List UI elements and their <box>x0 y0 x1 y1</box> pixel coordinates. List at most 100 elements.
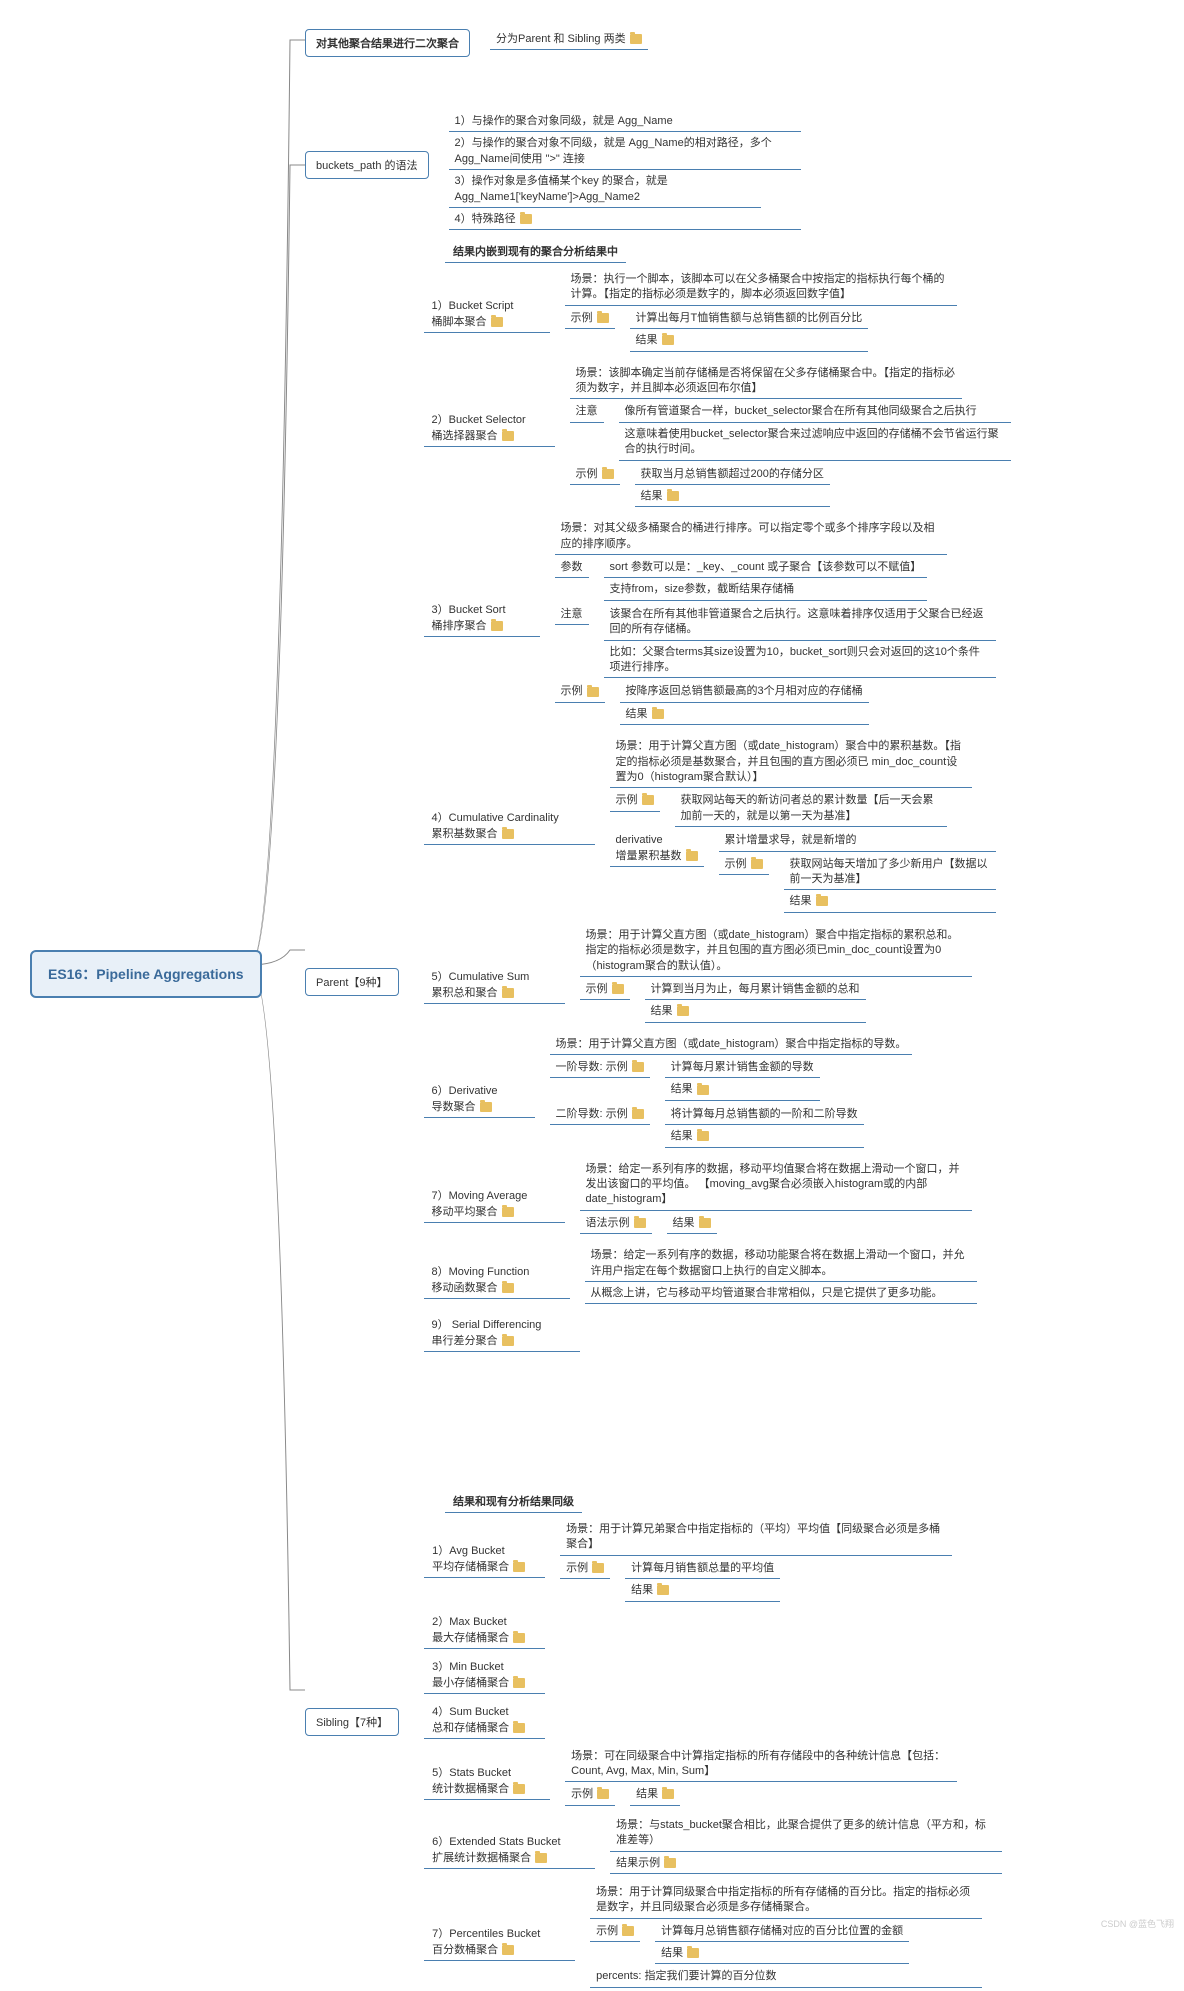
leaf-p6-d2a: 将计算每月总销售额的一阶和二阶导数 <box>665 1105 864 1125</box>
folder-icon <box>597 1789 609 1799</box>
node-secondary-agg[interactable]: 对其他聚合结果进行二次聚合 <box>305 29 470 57</box>
leaf-example: 示例 <box>560 1559 610 1579</box>
folder-icon <box>622 1926 634 1936</box>
folder-icon <box>502 1283 514 1293</box>
leaf-example: 示例 <box>555 682 605 702</box>
leaf-p6-d1a: 计算每月累计销售金额的导数 <box>665 1058 820 1078</box>
root-node[interactable]: ES16：Pipeline Aggregations <box>30 950 262 998</box>
leaf-result-example: 结果示例 <box>610 1854 1002 1874</box>
folder-icon <box>642 795 654 805</box>
leaf-p3-pa2: 支持from，size参数，截断结果存储桶 <box>604 580 928 600</box>
leaf-p3-n2: 比如：父聚合terms其size设置为10，bucket_sort则只会对返回的… <box>604 643 996 679</box>
leaf-second-derivative: 二阶导数: 示例 <box>550 1105 650 1125</box>
leaf-example: 示例 <box>565 1785 615 1805</box>
folder-icon <box>597 313 609 323</box>
node-avg-bucket[interactable]: 1）Avg Bucket 平均存储桶聚合 <box>424 1539 545 1578</box>
node-parent[interactable]: Parent【9种】 <box>305 968 399 996</box>
leaf-syntax-example: 语法示例 <box>580 1214 652 1234</box>
node-cumulative-cardinality[interactable]: 4）Cumulative Cardinality 累积基数聚合 <box>424 806 595 845</box>
leaf-syntax-1: 1）与操作的聚合对象同级，就是 Agg_Name <box>449 112 801 132</box>
node-buckets-path[interactable]: buckets_path 的语法 <box>305 151 429 179</box>
leaf-s7-ex1: 计算每月总销售额存储桶对应的百分比位置的金额 <box>655 1922 909 1942</box>
leaf-p3-pa1: sort 参数可以是：_key、_count 或子聚合【该参数可以不赋值】 <box>604 558 928 578</box>
leaf-example: 示例 <box>580 980 630 1000</box>
node-bucket-selector[interactable]: 2）Bucket Selector 桶选择器聚合 <box>424 408 555 447</box>
node-bucket-script[interactable]: 1）Bucket Script 桶脚本聚合 <box>424 294 550 333</box>
folder-icon <box>662 1789 674 1799</box>
leaf-note: 注意 <box>570 402 604 422</box>
folder-icon <box>664 1858 676 1868</box>
node-derivative[interactable]: 6）Derivative 导数聚合 <box>424 1079 535 1118</box>
leaf-p5-ex1: 计算到当月为止，每月累计销售金额的总和 <box>645 980 866 1000</box>
folder-icon <box>535 1853 547 1863</box>
folder-icon <box>686 851 698 861</box>
node-bucket-sort[interactable]: 3）Bucket Sort 桶排序聚合 <box>424 598 540 637</box>
folder-icon <box>699 1218 711 1228</box>
folder-icon <box>491 621 503 631</box>
folder-icon <box>592 1563 604 1573</box>
leaf-result: 结果 <box>645 1002 866 1022</box>
leaf-p3-scene: 场景：对其父级多桶聚合的桶进行排序。可以指定零个或多个排序字段以及相应的排序顺序… <box>555 519 947 555</box>
node-stats-bucket[interactable]: 5）Stats Bucket 统计数据桶聚合 <box>424 1761 550 1800</box>
leaf-first-derivative: 一阶导数: 示例 <box>550 1058 650 1078</box>
leaf-result: 结果 <box>635 487 830 507</box>
folder-icon <box>687 1948 699 1958</box>
branch-sibling: 结果和现有分析结果同级 Sibling【7种】 1）Avg Bucket 平均存… <box>305 1490 1002 1991</box>
folder-icon <box>513 1562 525 1572</box>
leaf-p2-scene: 场景：该脚本确定当前存储桶是否将保留在父多存储桶聚合中。【指定的指标必须为数字，… <box>570 364 962 400</box>
folder-icon <box>513 1723 525 1733</box>
folder-icon <box>587 687 599 697</box>
folder-icon <box>632 1109 644 1119</box>
node-serial-diff[interactable]: 9） Serial Differencing 串行差分聚合 <box>424 1313 580 1352</box>
leaf-example: 示例 <box>719 855 769 875</box>
node-cumulative-sum[interactable]: 5）Cumulative Sum 累积总和聚合 <box>424 965 565 1004</box>
folder-icon <box>652 709 664 719</box>
leaf-p8-scene: 场景：给定一系列有序的数据，移动功能聚合将在数据上滑动一个窗口，并允许用户指定在… <box>585 1246 977 1282</box>
folder-icon <box>632 1062 644 1072</box>
leaf-p2-n1: 像所有管道聚合一样，bucket_selector聚合在所有其他同级聚合之后执行 <box>619 402 1011 422</box>
folder-icon <box>751 859 763 869</box>
node-moving-average[interactable]: 7）Moving Average 移动平均聚合 <box>424 1184 565 1223</box>
folder-icon <box>491 317 503 327</box>
watermark: CSDN @蓝色飞翔 <box>1101 1917 1174 1930</box>
folder-icon <box>513 1633 525 1643</box>
leaf-param: 参数 <box>555 558 589 578</box>
folder-icon <box>513 1678 525 1688</box>
leaf-result: 结果 <box>667 1214 717 1234</box>
node-sibling[interactable]: Sibling【7种】 <box>305 1708 399 1736</box>
leaf-result: 结果 <box>625 1581 780 1601</box>
node-min-bucket[interactable]: 3）Min Bucket 最小存储桶聚合 <box>424 1655 545 1694</box>
leaf-result: 结果 <box>665 1127 864 1147</box>
folder-icon <box>513 1784 525 1794</box>
node-sum-bucket[interactable]: 4）Sum Bucket 总和存储桶聚合 <box>424 1700 545 1739</box>
leaf-s6-scene: 场景：与stats_bucket聚合相比，此聚合提供了更多的统计信息（平方和，标… <box>610 1816 1002 1852</box>
leaf-s7-scene: 场景：用于计算同级聚合中指定指标的所有存储桶的百分比。指定的指标必须是数字，并且… <box>590 1883 982 1919</box>
node-extended-stats-bucket[interactable]: 6）Extended Stats Bucket 扩展统计数据桶聚合 <box>424 1830 595 1869</box>
leaf-example: 示例 <box>565 309 615 329</box>
folder-icon <box>657 1585 669 1595</box>
leaf-p7-scene: 场景：给定一系列有序的数据，移动平均值聚合将在数据上滑动一个窗口，并发出该窗口的… <box>580 1160 972 1211</box>
sibling-header: 结果和现有分析结果同级 <box>445 1490 582 1513</box>
folder-icon <box>697 1131 709 1141</box>
branch-buckets-path: buckets_path 的语法 1）与操作的聚合对象同级，就是 Agg_Nam… <box>305 110 801 232</box>
node-moving-function[interactable]: 8）Moving Function 移动函数聚合 <box>424 1260 570 1299</box>
folder-icon <box>816 896 828 906</box>
mindmap-container: ES16：Pipeline Aggregations 对其他聚合结果进行二次聚合… <box>10 10 1184 1940</box>
leaf-s1-scene: 场景：用于计算兄弟聚合中指定指标的（平均）平均值【同级聚合必须是多桶聚合】 <box>560 1520 952 1556</box>
folder-icon <box>630 34 642 44</box>
folder-icon <box>502 988 514 998</box>
node-percentiles-bucket[interactable]: 7）Percentiles Bucket 百分数桶聚合 <box>424 1922 575 1961</box>
node-max-bucket[interactable]: 2）Max Bucket 最大存储桶聚合 <box>424 1610 545 1649</box>
leaf-example: 示例 <box>570 465 620 485</box>
folder-icon <box>602 469 614 479</box>
leaf-result: 结果 <box>620 705 869 725</box>
leaf-result: 结果 <box>665 1080 820 1100</box>
folder-icon <box>480 1102 492 1112</box>
leaf-p8-note: 从概念上讲，它与移动平均管道聚合非常相似，只是它提供了更多功能。 <box>585 1284 977 1304</box>
folder-icon <box>697 1085 709 1095</box>
folder-icon <box>520 214 532 224</box>
leaf-p4-d1: 累计增量求导，就是新增的 <box>719 831 996 851</box>
leaf-example: 示例 <box>590 1922 640 1942</box>
leaf-p3-ex1: 按降序返回总销售额最高的3个月相对应的存储桶 <box>620 682 869 702</box>
leaf-p6-scene: 场景：用于计算父直方图（或date_histogram）聚合中指定指标的导数。 <box>550 1035 913 1055</box>
